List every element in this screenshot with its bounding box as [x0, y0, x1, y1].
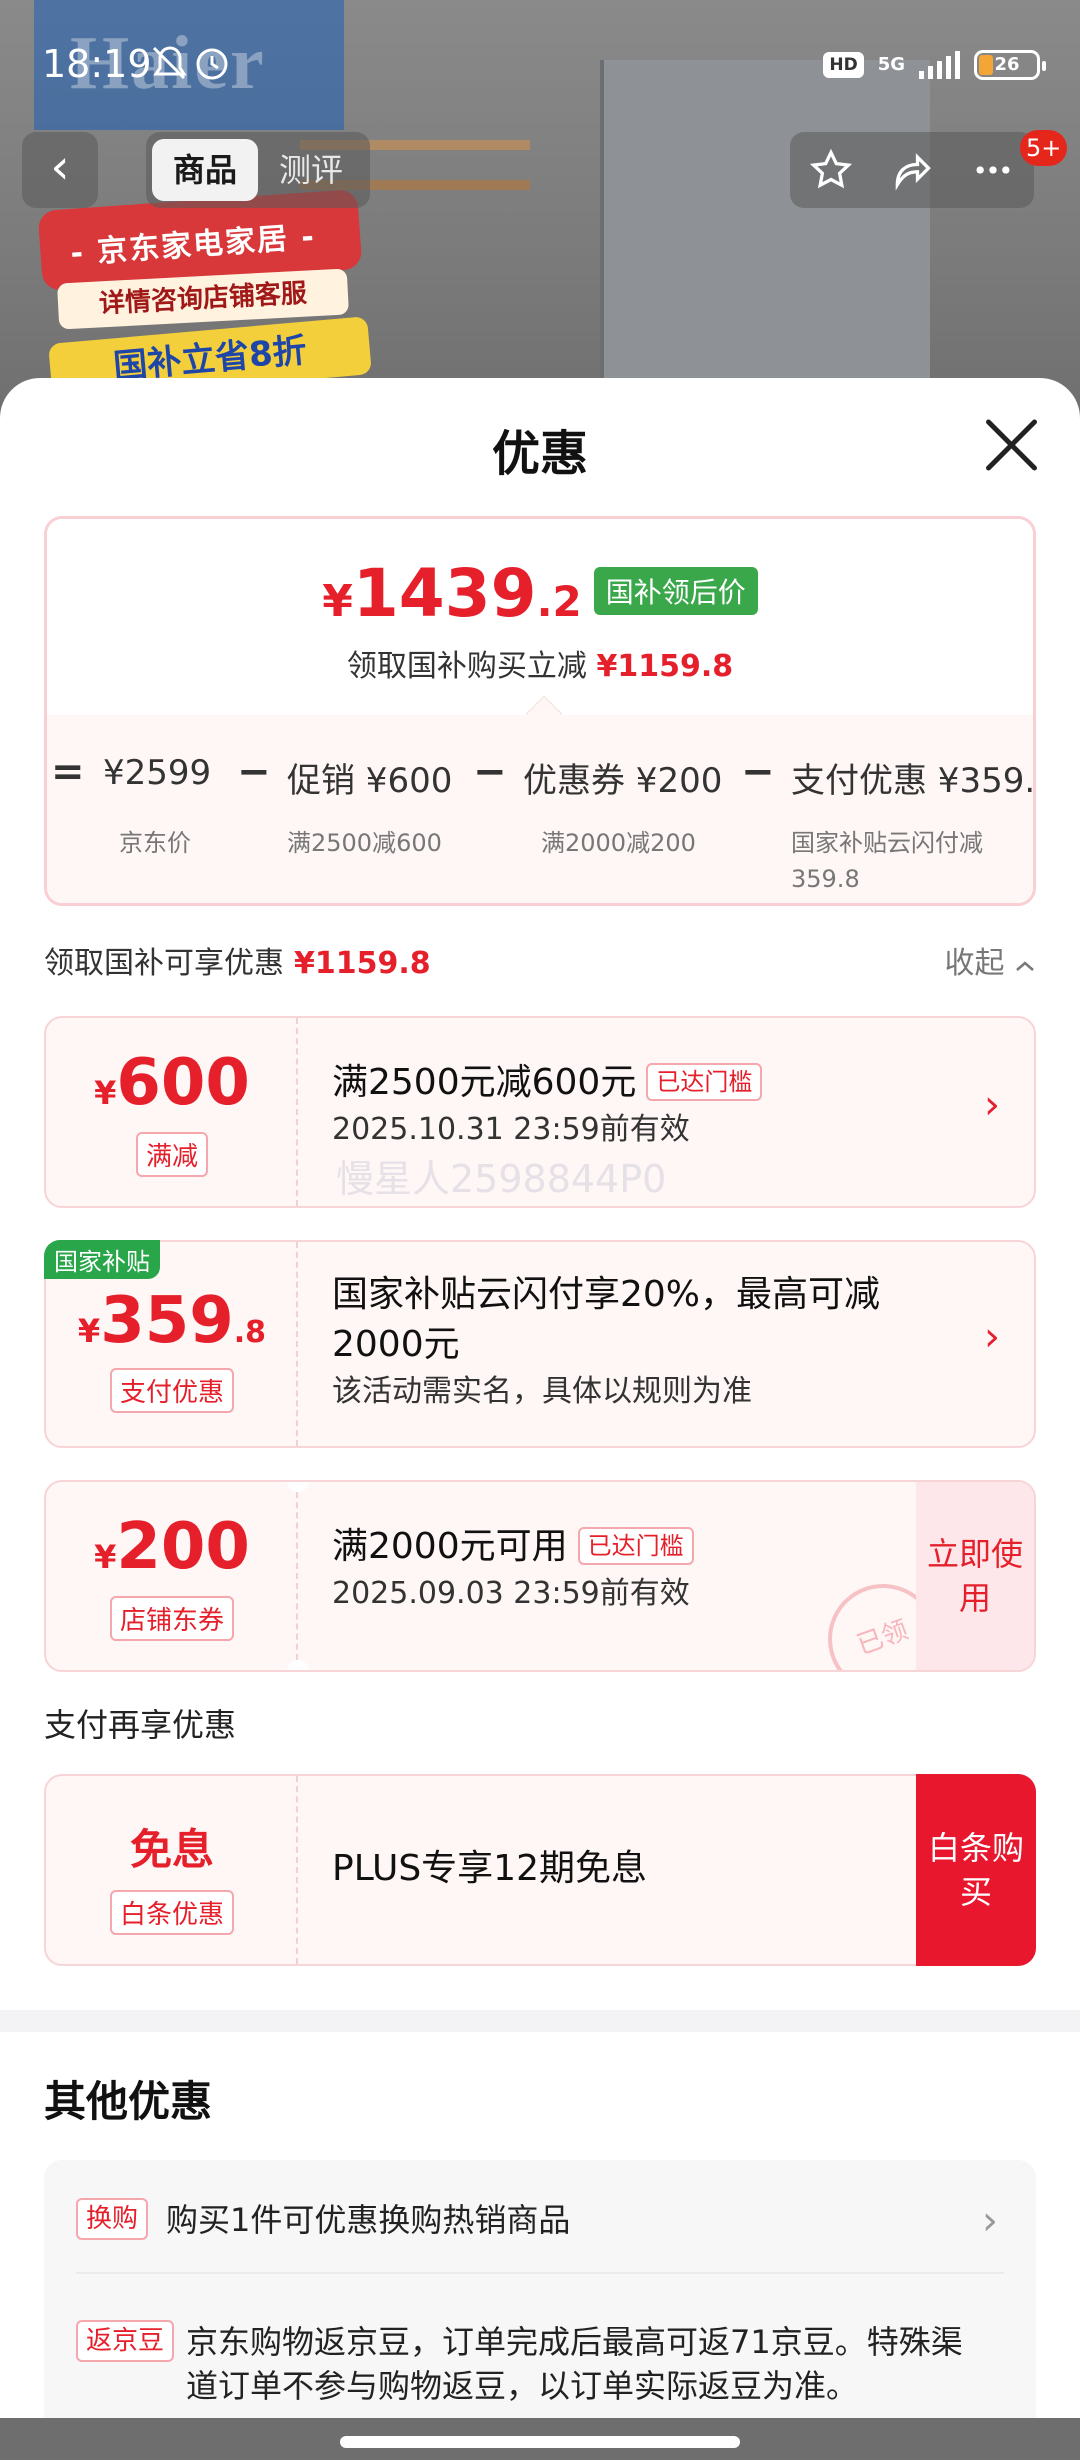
chevron-right-icon: ›	[982, 2198, 998, 2244]
formula-jd-price: ¥2599	[103, 753, 212, 793]
chevron-right-icon: ›	[984, 1082, 1000, 1128]
coupon-type-label: 店铺东券	[109, 1596, 234, 1641]
hd-icon: HD	[823, 52, 864, 78]
baitiao-buy-button[interactable]: 白条购买	[916, 1774, 1036, 1966]
subsidy-saving-line: 领取国补购买立减 ¥1159.8	[346, 649, 734, 684]
formula-payment: 支付优惠 ¥359.8	[791, 761, 1036, 801]
coupon-validity: 2025.10.31 23:59前有效	[332, 1112, 690, 1147]
battery-icon: 26	[974, 50, 1046, 80]
minus-sign: −	[237, 749, 271, 795]
final-price-integer: 1439	[352, 555, 537, 632]
other-offers-list: 换购 购买1件可优惠换购热销商品 › 返京豆 京东购物返京豆，订单完成后最高可返…	[44, 2160, 1036, 2460]
discount-sheet: 优惠 ¥1439.2 国补领后价 领取国补购买立减 ¥1159.8 = ¥2599…	[0, 378, 1080, 2460]
formula-promo: 促销 ¥600	[287, 761, 453, 801]
status-right: HD 5G 26	[823, 50, 1046, 80]
chevron-up-icon	[1016, 961, 1034, 971]
coupon-amount: ¥200	[94, 1510, 250, 1584]
coupon-amount: ¥359.8	[77, 1284, 267, 1358]
coupon-title: 满2000元可用 已达门槛	[332, 1522, 694, 1572]
offer-tag: 换购	[76, 2198, 149, 2240]
back-button[interactable]: ‹	[22, 132, 98, 208]
eligible-discount: 领取国补可享优惠 ¥1159.8	[44, 946, 431, 981]
other-offers-title: 其他优惠	[44, 2077, 213, 2126]
tab-review[interactable]: 测评	[258, 139, 364, 201]
home-indicator[interactable]	[340, 2436, 740, 2448]
product-tabs: 商品 测评	[146, 132, 370, 208]
coupon-card-payment[interactable]: ¥359.8 支付优惠 国家补贴 国家补贴云闪付享20%，最高可减2000元 该…	[44, 1240, 1036, 1448]
more-icon[interactable]	[971, 148, 1015, 192]
tab-product[interactable]: 商品	[152, 139, 258, 201]
coupon-title: 满2500元减600元 已达门槛	[332, 1058, 763, 1108]
collapse-toggle[interactable]: 收起	[944, 938, 1036, 982]
signal-icon	[919, 51, 960, 79]
sheet-title: 优惠	[491, 426, 588, 482]
price-summary: ¥1439.2 国补领后价 领取国补购买立减 ¥1159.8 = ¥2599 − …	[44, 516, 1036, 906]
coupon-card-store: ¥200 店铺东券 满2000元可用 已达门槛 2025.09.03 23:59前…	[44, 1480, 1036, 1672]
coupon-amount: ¥600	[94, 1046, 250, 1120]
threshold-met-pill: 已达门槛	[577, 1527, 694, 1565]
subsidy-price-tag: 国补领后价	[593, 567, 758, 615]
minus-sign: −	[741, 749, 775, 795]
offer-text: 购买1件可优惠换购热销商品	[166, 2201, 571, 2239]
threshold-met-pill: 已达门槛	[646, 1063, 763, 1101]
use-now-button[interactable]: 立即使用	[916, 1482, 1034, 1670]
watermark: 慢星人2598844P0	[336, 1157, 667, 1201]
network-type: 5G	[877, 54, 905, 75]
chevron-right-icon: ›	[984, 1314, 1000, 1360]
national-subsidy-tag: 国家补贴	[44, 1240, 160, 1279]
section-divider	[0, 2010, 1080, 2032]
plus-interest-free-title: PLUS专享12期免息	[332, 1848, 647, 1889]
coupon-note: 该活动需实名，具体以规则为准	[332, 1374, 752, 1409]
final-price-decimal: .2	[536, 577, 582, 626]
offer-text: 京东购物返京豆，订单完成后最高可返71京豆。特殊渠道订单不参与购物返豆，以订单实…	[186, 2323, 963, 2405]
minus-sign: −	[473, 749, 507, 795]
message-badge: 5+	[1020, 130, 1068, 166]
close-icon[interactable]	[982, 416, 1040, 474]
notification-icons	[150, 44, 234, 93]
baitiao-card: 免息 白条优惠 PLUS专享12期免息 白条购买	[44, 1774, 1036, 1966]
list-item-trade-in[interactable]: 换购 购买1件可优惠换购热销商品 ›	[76, 2198, 1004, 2244]
interest-free-text: 免息	[129, 1825, 214, 1874]
list-item-jd-beans: 返京豆 京东购物返京豆，订单完成后最高可返71京豆。特殊渠道订单不参与购物返豆，…	[76, 2320, 1004, 2405]
pay-section-label: 支付再享优惠	[44, 1706, 237, 1744]
coupon-validity: 2025.09.03 23:59前有效	[332, 1576, 690, 1611]
equals-sign: =	[51, 749, 85, 795]
eligible-amount: ¥1159.8	[294, 946, 431, 981]
mute-alarm-icon	[152, 46, 228, 80]
star-icon[interactable]	[809, 148, 853, 192]
subsidy-saving-amount: ¥1159.8	[596, 649, 734, 684]
nav-actions	[790, 132, 1034, 208]
coupon-title: 国家补贴云闪付享20%，最高可减2000元	[332, 1274, 881, 1365]
price-formula: = ¥2599 − 促销 ¥600 − 优惠券 ¥200 − 支付优惠 ¥359…	[47, 749, 1036, 813]
status-bar: 18:19 HD 5G 26	[0, 0, 1080, 130]
offer-tag: 返京豆	[76, 2320, 175, 2362]
coupon-type-label: 支付优惠	[109, 1368, 234, 1413]
coupon-type-label: 满减	[135, 1132, 208, 1177]
formula-coupon: 优惠券 ¥200	[523, 761, 723, 801]
status-time: 18:19	[42, 42, 152, 86]
coupon-type-label: 白条优惠	[109, 1890, 234, 1935]
final-price: ¥1439.2 国补领后价	[47, 555, 1033, 632]
share-icon[interactable]	[890, 148, 934, 192]
